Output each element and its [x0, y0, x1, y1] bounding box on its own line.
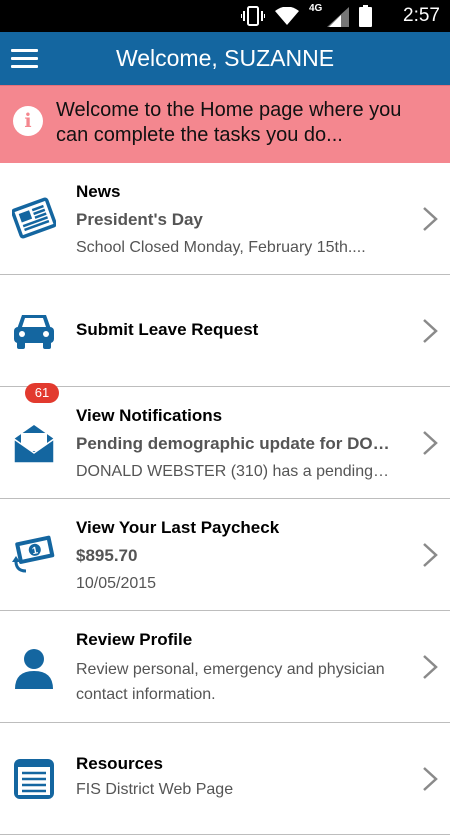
clock: 2:57 [403, 5, 440, 26]
vibrate-icon [241, 6, 265, 26]
chevron-right-icon [423, 431, 438, 455]
item-detail: FIS District Web Page [76, 781, 234, 798]
status-bar: 4G 2:57 [0, 0, 450, 32]
list-item-resources[interactable]: Resources FIS District Web Page [0, 723, 450, 835]
list-item-review-profile[interactable]: Review Profile Review personal, emergenc… [0, 611, 450, 723]
chevron-right-icon [423, 543, 438, 567]
info-icon: i [13, 106, 43, 136]
item-subtitle: $895.70 [76, 546, 138, 565]
item-title: News [76, 182, 121, 201]
money-icon: 1 [12, 535, 55, 573]
home-task-list: News President's Day School Closed Monda… [0, 163, 450, 835]
envelope-icon [13, 425, 55, 464]
notification-count-badge: 61 [25, 383, 59, 403]
list-item-news[interactable]: News President's Day School Closed Monda… [0, 163, 450, 275]
list-item-view-last-paycheck[interactable]: 1 View Your Last Paycheck $895.70 10/05/… [0, 499, 450, 611]
item-detail: School Closed Monday, February 15th.... [76, 239, 366, 256]
item-description: Review personal, emergency and physician… [76, 661, 385, 703]
item-detail: DONALD WEBSTER (310) has a pending demog… [76, 463, 390, 480]
item-title: Resources [76, 754, 163, 773]
status-icons: 4G [241, 3, 372, 27]
battery-icon [359, 5, 372, 27]
car-icon [14, 315, 54, 349]
chevron-right-icon [423, 767, 438, 791]
item-subtitle: President's Day [76, 210, 203, 229]
person-icon [15, 649, 53, 689]
list-item-view-notifications[interactable]: 61 View Notifications Pending demographi… [0, 383, 450, 499]
info-banner[interactable]: i Welcome to the Home page where you can… [0, 85, 450, 163]
network-label: 4G [309, 3, 323, 14]
item-subtitle: Pending demographic update for DONALD WE… [76, 434, 390, 453]
signal-icon [327, 7, 349, 27]
item-title: Submit Leave Request [76, 320, 259, 339]
page-title: Welcome, SUZANNE [115, 45, 335, 71]
newspaper-icon [12, 197, 56, 239]
item-detail: 10/05/2015 [76, 575, 157, 592]
app-bar: Welcome, SUZANNE [0, 32, 450, 85]
wifi-icon [275, 7, 299, 25]
item-title: View Your Last Paycheck [76, 518, 280, 537]
chevron-right-icon [423, 207, 438, 231]
list-item-submit-leave-request[interactable]: Submit Leave Request [0, 275, 450, 387]
banner-message: Welcome to the Home page where you can c… [56, 99, 402, 146]
item-title: Review Profile [76, 630, 193, 649]
cell-signal: 4G [309, 3, 349, 27]
resources-icon [14, 759, 54, 799]
chevron-right-icon [423, 319, 438, 343]
item-title: View Notifications [76, 406, 223, 425]
chevron-right-icon [423, 655, 438, 679]
